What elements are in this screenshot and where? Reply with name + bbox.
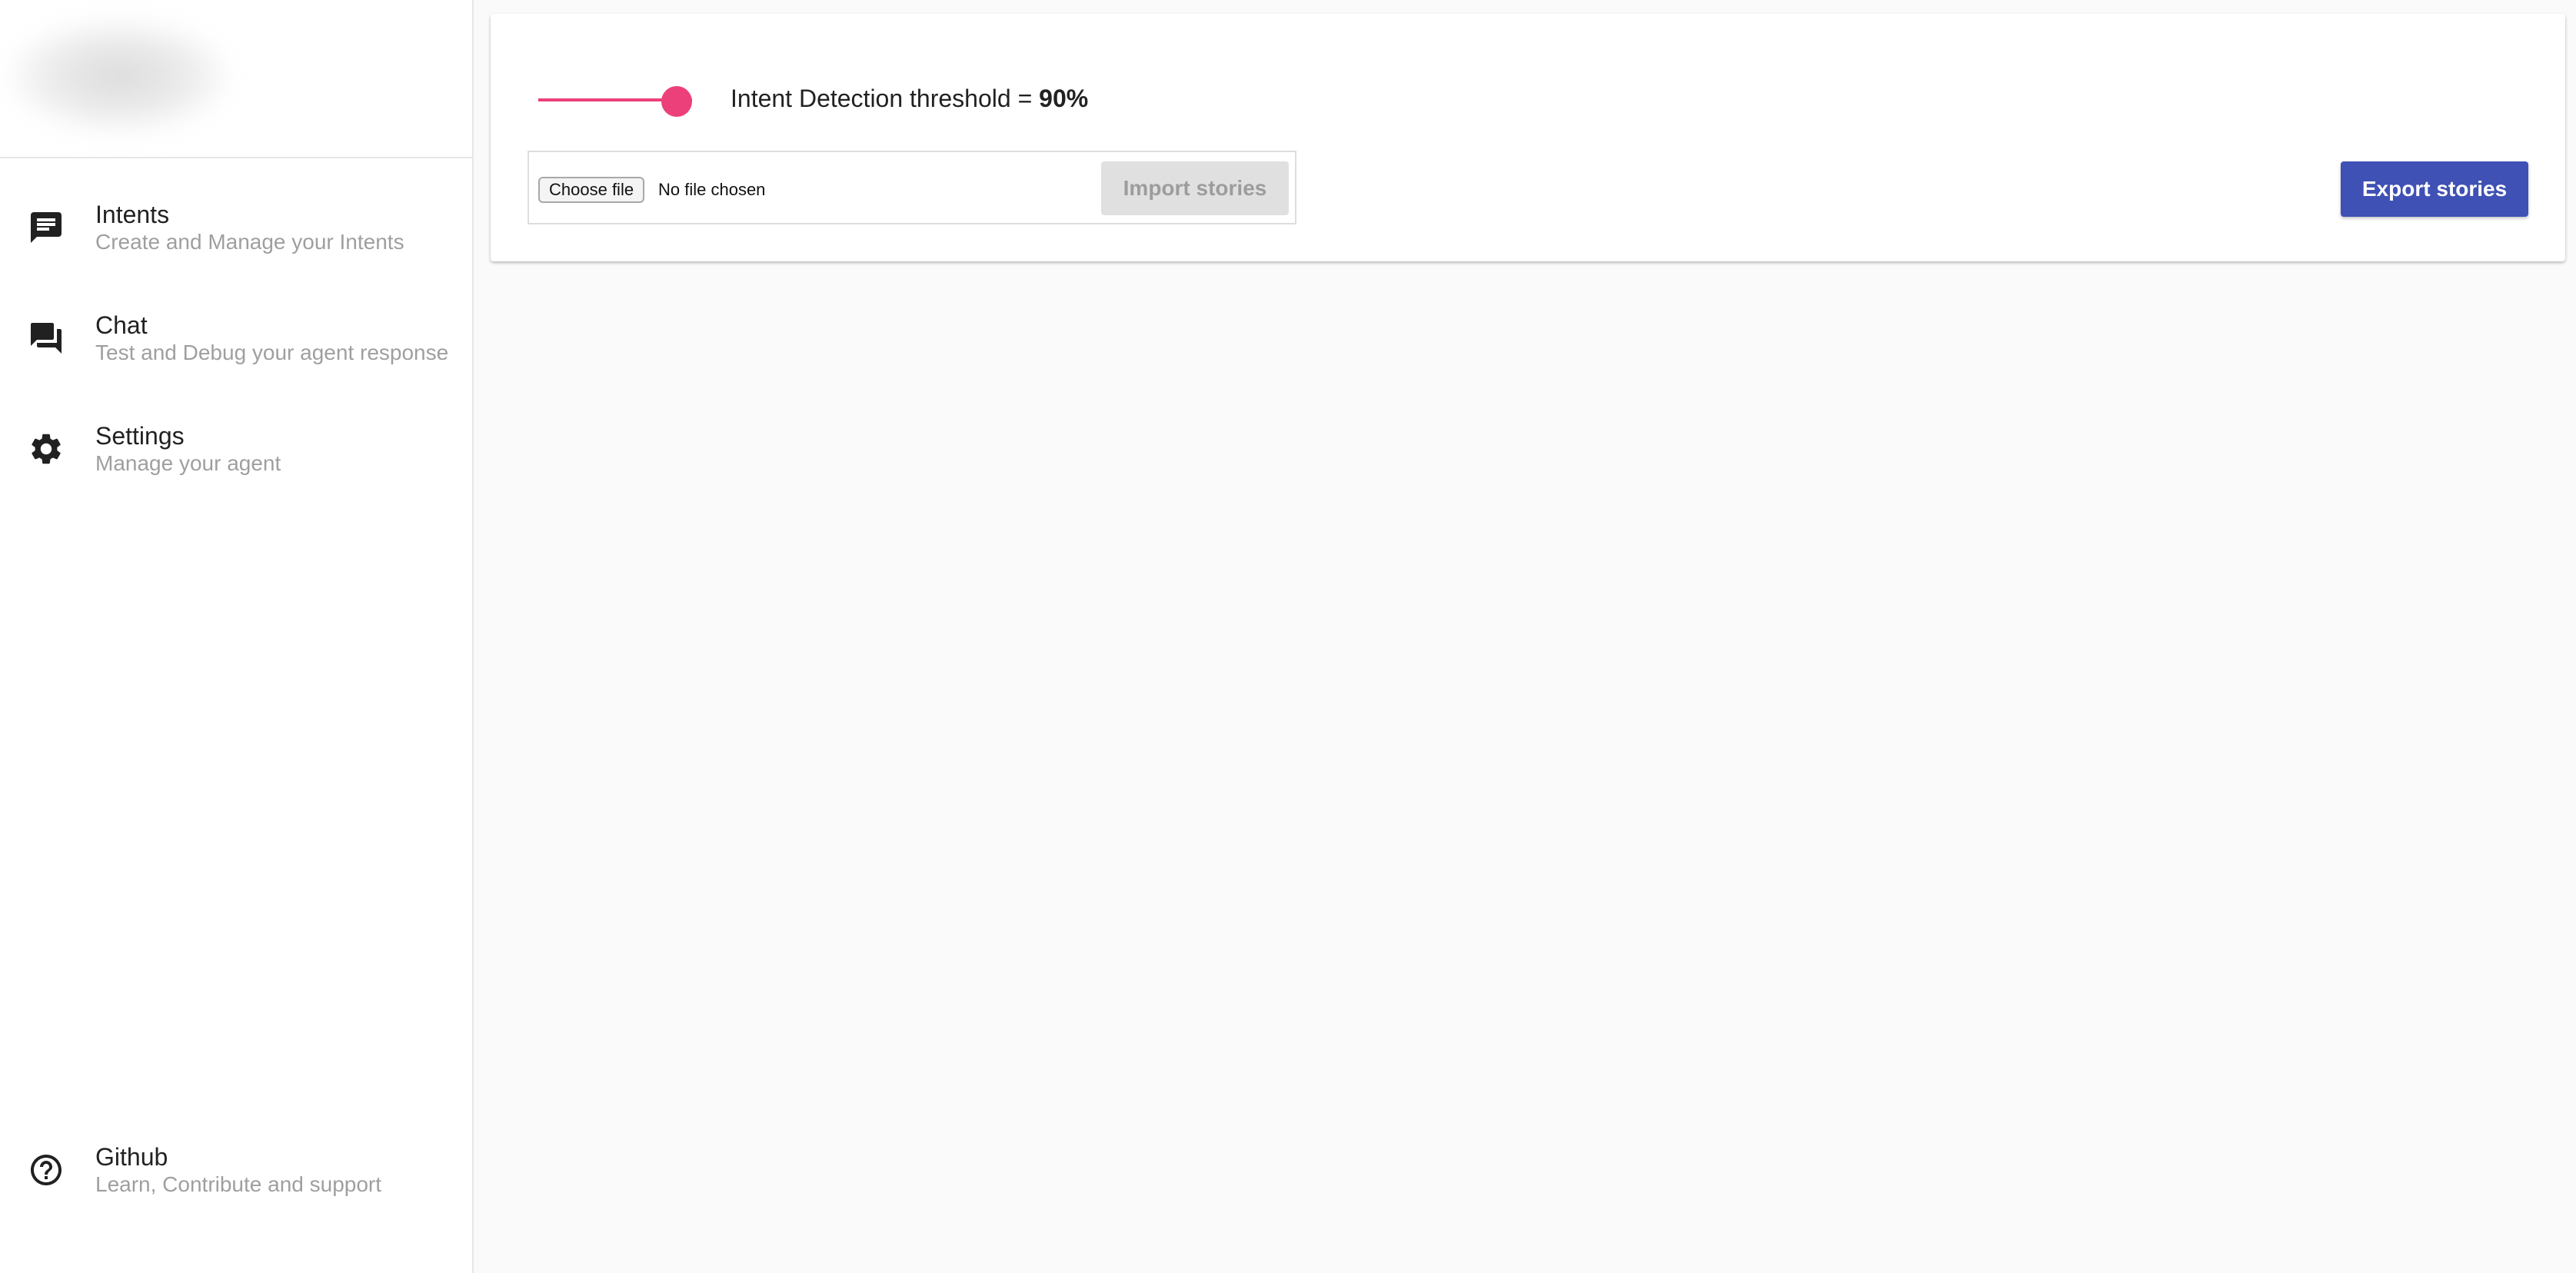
sidebar: Intents Create and Manage your Intents C… — [0, 0, 474, 1273]
logo — [0, 0, 472, 158]
slider-thumb[interactable] — [661, 86, 692, 117]
sidebar-item-github[interactable]: Github Learn, Contribute and support — [0, 1124, 472, 1216]
sidebar-item-subtitle: Manage your agent — [95, 451, 281, 475]
threshold-slider[interactable] — [538, 72, 723, 128]
gear-icon — [28, 430, 65, 467]
import-stories-form: Choose file No file chosen Import storie… — [528, 151, 1296, 224]
sidebar-item-title: Github — [95, 1143, 168, 1171]
threshold-label: Intent Detection threshold = 90% — [731, 83, 1088, 114]
sidebar-item-subtitle: Create and Manage your Intents — [95, 230, 404, 254]
threshold-value: 90% — [1039, 85, 1089, 112]
sidebar-item-subtitle: Test and Debug your agent response — [95, 341, 449, 364]
forum-icon — [28, 320, 65, 357]
chat-list-icon — [28, 209, 65, 246]
sidebar-item-title: Settings — [95, 422, 185, 450]
blurred-logo-image — [8, 18, 231, 134]
help-circle-icon — [28, 1152, 65, 1188]
sidebar-item-title: Chat — [95, 311, 148, 339]
sidebar-item-subtitle: Learn, Contribute and support — [95, 1172, 382, 1196]
settings-card: Intent Detection threshold = 90% Choose … — [491, 14, 2565, 261]
sidebar-item-chat[interactable]: Chat Test and Debug your agent response — [0, 292, 472, 384]
sidebar-item-intents[interactable]: Intents Create and Manage your Intents — [0, 181, 472, 274]
choose-file-button[interactable]: Choose file — [538, 177, 645, 203]
threshold-label-text: Intent Detection threshold = — [731, 85, 1040, 112]
import-stories-button[interactable]: Import stories — [1101, 161, 1289, 215]
sidebar-item-title: Intents — [95, 201, 170, 228]
sidebar-item-settings[interactable]: Settings Manage your agent — [0, 403, 472, 495]
file-status: No file chosen — [658, 180, 766, 199]
export-stories-button[interactable]: Export stories — [2341, 161, 2528, 217]
